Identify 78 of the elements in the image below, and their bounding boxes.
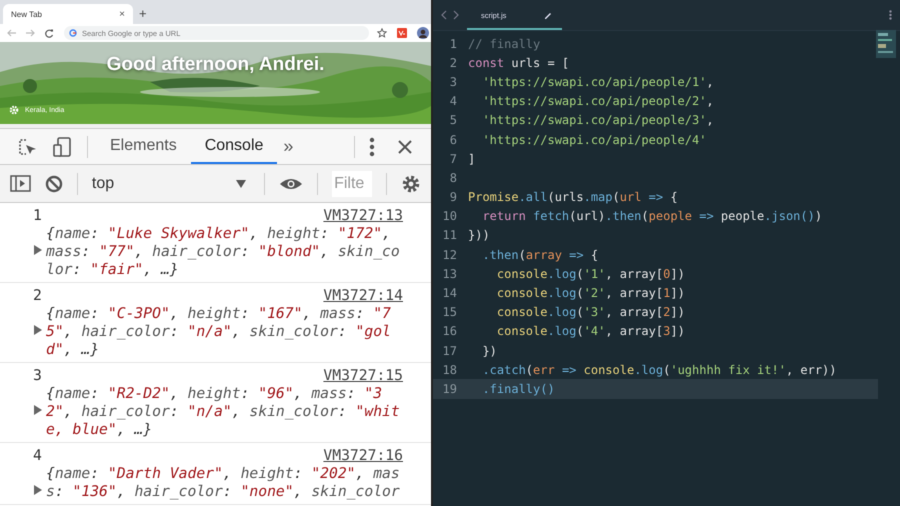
line-number: 3 (448, 74, 458, 89)
code-line: Promise.all(urls.map(url => { (468, 190, 678, 204)
logged-object[interactable]: {name: "R2-D2", height: "96", mass: "32", hair_color: "n/a", skin_color: "white, blue", …} (46, 385, 408, 439)
line-number: 14 (442, 286, 458, 300)
code-line: 'https://swapi.co/api/people/2', (481, 94, 714, 108)
clear-console-icon[interactable] (45, 174, 63, 192)
code-line: 'https://swapi.co/api/people/4' (481, 132, 706, 147)
expand-triangle-icon[interactable] (34, 405, 42, 415)
browser-tab[interactable]: New Tab × (3, 4, 133, 24)
expand-triangle-icon[interactable] (34, 485, 42, 495)
expand-triangle-icon[interactable] (34, 325, 42, 335)
minimap-drawing (876, 30, 896, 58)
code-line: console.log('2', array[1]) (496, 286, 685, 300)
code-line: .finally() (481, 382, 555, 396)
close-icon[interactable] (397, 138, 413, 154)
line-number: 18 (442, 362, 458, 377)
code-line: console.log('1', array[0]) (496, 266, 685, 281)
context-selector[interactable]: top (92, 174, 250, 192)
log-label: 1 (33, 207, 42, 225)
more-options-icon[interactable] (889, 10, 892, 20)
line-number: 10 (442, 209, 458, 224)
source-link[interactable]: VM3727:16 (323, 447, 403, 465)
reload-icon[interactable] (44, 28, 54, 38)
tab-close-button[interactable]: × (119, 8, 125, 20)
log-label: 3 (33, 367, 42, 385)
pencil-icon (544, 11, 552, 19)
line-number: 6 (448, 132, 458, 147)
filter-field[interactable]: Filte (332, 170, 372, 196)
code-line: ] (468, 152, 476, 166)
settings-icon[interactable] (401, 174, 421, 194)
code-line: .then(array => { (481, 248, 598, 262)
code-line: console.log('4', array[3]) (496, 324, 685, 338)
line-number: 11 (442, 228, 458, 242)
device-toolbar-icon[interactable] (53, 136, 71, 156)
code-line: 'https://swapi.co/api/people/1', (481, 74, 714, 89)
line-number: 7 (448, 152, 458, 166)
code-line: console.log('3', array[2]) (496, 305, 685, 320)
line-number: 15 (442, 305, 458, 320)
line-number: 19 (442, 382, 458, 396)
expand-triangle-icon[interactable] (34, 245, 42, 255)
devtools-tab[interactable]: Elements (96, 129, 191, 164)
back-icon[interactable] (441, 10, 447, 20)
line-number: 1 (448, 36, 458, 51)
code-line: .catch(err => console.log('ughhhh fix it!', err)) (481, 362, 837, 377)
code-line: const urls = [ (468, 56, 570, 70)
new-tab-button[interactable]: + (139, 6, 147, 21)
logged-object[interactable]: {name: "C-3PO", height: "167", mass: "75", hair_color: "n/a", skin_color: "gold", …} (46, 305, 408, 359)
more-options-icon[interactable] (369, 136, 375, 156)
line-number: 16 (442, 324, 458, 338)
line-number: 12 (442, 248, 458, 262)
logged-object[interactable]: {name: "Darth Vader", height: "202", mass: "136", hair_color: "none", skin_color (46, 465, 408, 501)
source-link[interactable]: VM3727:15 (323, 367, 403, 385)
bookmark-star-icon[interactable] (377, 28, 387, 38)
sidebar-toggle-icon[interactable] (10, 175, 31, 192)
inspect-element-icon[interactable] (18, 138, 37, 156)
profile-avatar-icon[interactable] (417, 27, 429, 39)
log-label: 4 (33, 447, 42, 465)
source-link[interactable]: VM3727:13 (323, 207, 403, 225)
log-label: 2 (33, 287, 42, 305)
line-number: 2 (448, 56, 458, 70)
more-tabs-button[interactable]: » (277, 136, 300, 157)
extension-icon[interactable] (397, 28, 407, 38)
code-line: // finally (468, 36, 540, 51)
line-number: 8 (448, 170, 458, 185)
line-number: 4 (448, 94, 458, 108)
code-line: return fetch(url).then(people => people.json()) (481, 209, 822, 224)
code-line: }) (481, 344, 497, 358)
line-number: 9 (448, 190, 458, 204)
line-number: 17 (442, 344, 458, 358)
line-number: 5 (448, 113, 458, 128)
line-number: 13 (442, 266, 458, 281)
source-link[interactable]: VM3727:14 (323, 287, 403, 305)
dropdown-caret-icon (236, 180, 246, 188)
logged-object[interactable]: {name: "Luke Skywalker", height: "172", mass: "77", hair_color: "blond", skin_color: "fair", …} (46, 225, 408, 279)
code-line: })) (468, 228, 490, 242)
forward-icon[interactable] (453, 10, 459, 20)
code-line: 'https://swapi.co/api/people/3', (481, 113, 714, 128)
search-engine-icon (69, 29, 77, 37)
